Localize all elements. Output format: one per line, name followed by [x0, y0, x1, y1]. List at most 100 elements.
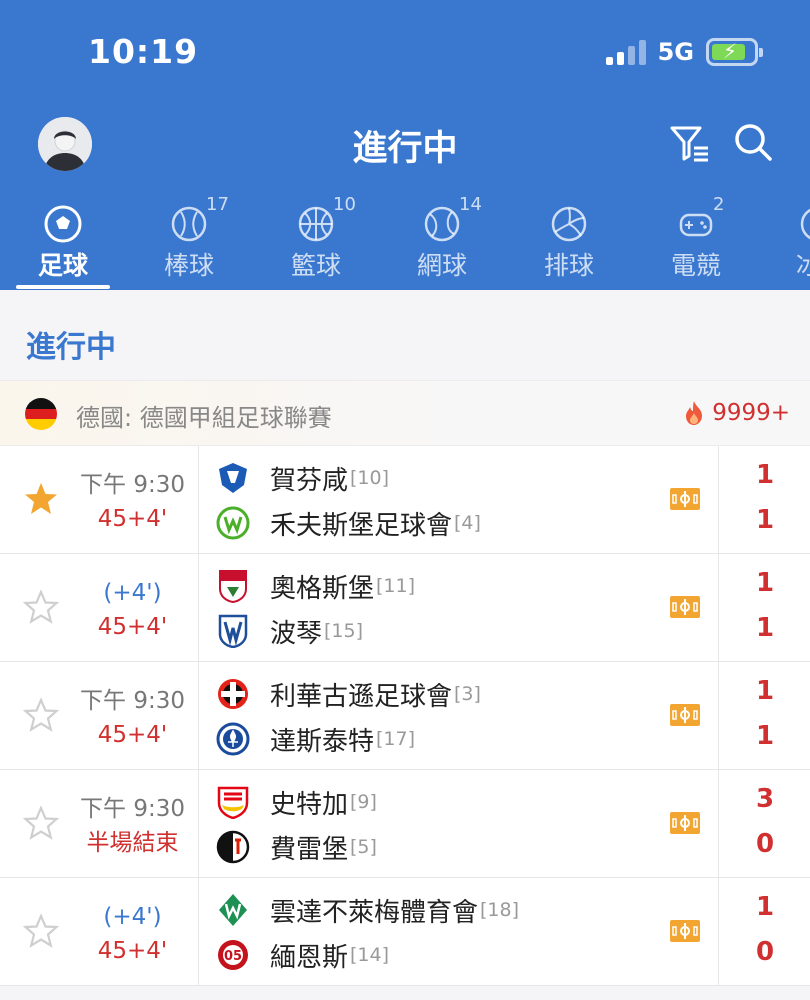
match-time: (+4') 45+4'	[70, 900, 195, 968]
fire-icon	[686, 401, 703, 425]
baseball-icon	[171, 206, 207, 242]
home-score: 1	[755, 460, 775, 490]
tab-count: 10	[333, 194, 356, 215]
away-team: 費雷堡 [5]	[216, 827, 377, 867]
volleyball-icon	[551, 206, 587, 242]
match-row[interactable]: 下午 9:30 半場結束 史特加 [9] 費雷堡 [5] 3 0	[0, 770, 810, 878]
star-filled-icon[interactable]	[23, 481, 59, 517]
home-team: 史特加 [9]	[216, 782, 377, 822]
tennis-ball-icon	[424, 206, 460, 242]
away-score: 0	[755, 937, 775, 967]
league-header[interactable]: 德國: 德國甲組足球聯賽 9999+	[0, 380, 810, 446]
away-score: 1	[755, 505, 775, 535]
home-team: 賀芬咸 [10]	[216, 458, 389, 498]
team-rank: [4]	[454, 512, 481, 534]
gamepad-icon	[679, 213, 713, 237]
app-header: 10:19 5G ⚡ 進行中 足球 17 棒球 10 籃球 14 網球 排球 2…	[0, 0, 810, 290]
pitch-icon[interactable]	[670, 596, 700, 618]
star-outline-icon[interactable]	[23, 589, 59, 625]
stuttgart-logo-icon	[217, 786, 249, 819]
away-team: 禾夫斯堡足球會 [4]	[216, 503, 481, 543]
section-title: 進行中	[26, 330, 116, 365]
bochum-logo-icon	[218, 614, 248, 648]
team-name: 奧格斯堡	[270, 573, 375, 604]
match-row[interactable]: (+4') 45+4' 奧格斯堡 [11] 波琴 [15] 1 1	[0, 554, 810, 662]
tab-label: 足球	[37, 251, 88, 280]
team-rank: [9]	[350, 791, 377, 813]
match-time: (+4') 45+4'	[70, 576, 195, 644]
tab-basketball[interactable]: 10 籃球	[271, 194, 361, 290]
added-time: (+4')	[103, 904, 162, 930]
hoffenheim-logo-icon	[219, 463, 247, 493]
away-score: 1	[755, 721, 775, 751]
team-name: 達斯泰特	[270, 726, 375, 757]
tab-label: 排球	[543, 251, 594, 280]
freiburg-logo-icon	[216, 830, 250, 864]
hockey-icon	[800, 208, 810, 240]
tab-tennis[interactable]: 14 網球	[397, 194, 487, 290]
match-minute: 45+4'	[97, 938, 168, 964]
home-team: 利華古遜足球會 [3]	[216, 674, 481, 714]
match-row[interactable]: (+4') 45+4' 雲達不萊梅體育會 [18] 05 緬恩斯 [14] 1 …	[0, 878, 810, 986]
darmstadt-logo-icon	[216, 722, 250, 756]
status-time: 10:19	[88, 32, 199, 71]
match-row[interactable]: 下午 9:30 45+4' 賀芬咸 [10] 禾夫斯堡足球會 [4] 1 1	[0, 446, 810, 554]
pitch-icon[interactable]	[670, 920, 700, 942]
home-score: 1	[755, 892, 775, 922]
search-icon[interactable]	[731, 120, 775, 164]
soccer-ball-icon	[44, 205, 82, 243]
svg-text:05: 05	[224, 949, 242, 964]
away-score: 0	[755, 829, 775, 859]
team-name: 史特加	[270, 789, 349, 820]
team-rank: [10]	[350, 467, 390, 489]
tab-count: 17	[206, 194, 229, 215]
pitch-icon[interactable]	[670, 488, 700, 510]
pitch-icon[interactable]	[670, 704, 700, 726]
team-name: 雲達不萊梅體育會	[270, 897, 479, 928]
tab-baseball[interactable]: 17 棒球	[144, 194, 234, 290]
tab-count: 2	[713, 194, 725, 215]
match-time: 下午 9:30 45+4'	[70, 468, 195, 536]
home-score: 1	[755, 568, 775, 598]
tab-esports[interactable]: 2 電競	[651, 194, 741, 290]
germany-flag-icon	[25, 398, 57, 430]
tab-label: 冰	[796, 251, 810, 280]
basketball-icon	[298, 206, 334, 242]
match-status: 半場結束	[86, 830, 179, 856]
team-name: 波琴	[270, 618, 323, 649]
pitch-icon[interactable]	[670, 812, 700, 834]
tab-hockey[interactable]: 冰	[778, 198, 810, 290]
match-time: 下午 9:30 45+4'	[70, 684, 195, 752]
augsburg-logo-icon	[219, 570, 247, 603]
signal-icon	[605, 39, 646, 65]
team-rank: [18]	[480, 899, 520, 921]
kickoff-time: 下午 9:30	[80, 796, 185, 822]
star-outline-icon[interactable]	[23, 805, 59, 841]
tab-soccer[interactable]: 足球	[18, 198, 108, 290]
added-time: (+4')	[103, 580, 162, 606]
kickoff-time: 下午 9:30	[80, 472, 185, 498]
match-minute: 45+4'	[97, 506, 168, 532]
team-name: 禾夫斯堡足球會	[270, 510, 453, 541]
kickoff-time: 下午 9:30	[80, 688, 185, 714]
hot-counter: 9999+	[682, 400, 790, 426]
team-rank: [14]	[350, 944, 390, 966]
tab-volleyball[interactable]: 排球	[524, 198, 614, 290]
star-outline-icon[interactable]	[23, 913, 59, 949]
leverkusen-logo-icon	[218, 679, 248, 709]
team-rank: [5]	[350, 836, 377, 858]
team-rank: [11]	[376, 575, 416, 597]
star-outline-icon[interactable]	[23, 697, 59, 733]
team-rank: [17]	[376, 728, 416, 750]
active-tab-indicator	[16, 285, 110, 289]
away-team: 05 緬恩斯 [14]	[216, 935, 389, 975]
hot-count: 9999+	[712, 400, 790, 426]
filter-icon[interactable]	[668, 122, 712, 166]
tab-label: 電競	[670, 251, 721, 280]
tab-label: 棒球	[163, 251, 214, 280]
home-score: 3	[755, 784, 775, 814]
match-row[interactable]: 下午 9:30 45+4' 利華古遜足球會 [3] 達斯泰特 [17] 1 1	[0, 662, 810, 770]
away-score: 1	[755, 613, 775, 643]
tab-label: 網球	[416, 251, 467, 280]
match-minute: 45+4'	[97, 722, 168, 748]
